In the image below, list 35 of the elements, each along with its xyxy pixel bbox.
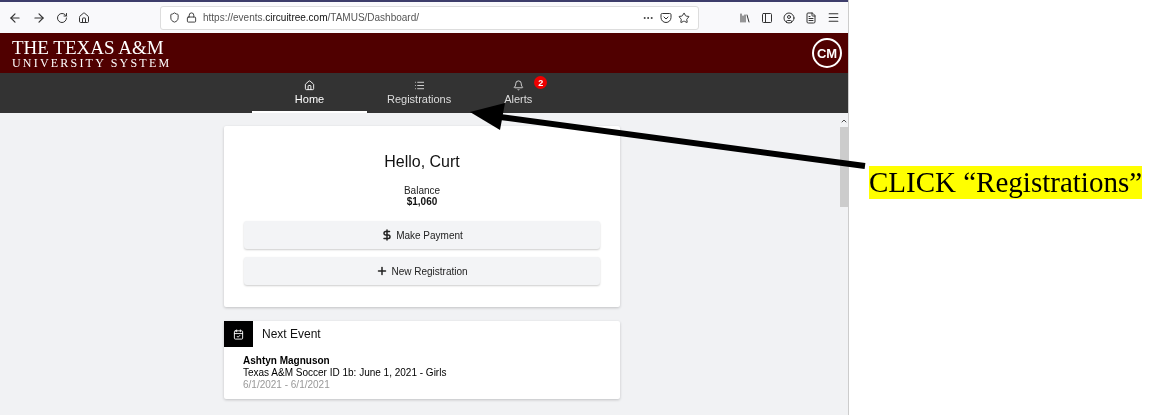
user-avatar[interactable]: CM bbox=[812, 38, 842, 68]
back-icon[interactable] bbox=[8, 10, 22, 25]
annotation-label: CLICK “Registrations” bbox=[869, 166, 1143, 199]
action-button[interactable]: Make Payment bbox=[244, 221, 600, 249]
attendee-name: Ashtyn Magnuson bbox=[243, 355, 331, 367]
card-title: Next Event bbox=[262, 327, 321, 341]
scroll-up-icon[interactable] bbox=[840, 117, 848, 125]
alert-count-badge: 2 bbox=[534, 76, 548, 89]
bookmark-icon[interactable] bbox=[678, 11, 690, 24]
nav-tab[interactable]: Registrations bbox=[387, 73, 452, 113]
bell-icon bbox=[512, 79, 524, 91]
pocket-icon[interactable] bbox=[660, 11, 672, 24]
event-name: Texas A&M Soccer ID 1b: June 1, 2021 - Girls bbox=[243, 367, 448, 379]
reload-icon[interactable] bbox=[56, 11, 68, 24]
home-icon bbox=[304, 79, 315, 91]
menu-icon[interactable] bbox=[827, 11, 840, 24]
event-dates: 6/1/2021 - 6/1/2021 bbox=[243, 379, 331, 391]
sidebar-icon[interactable] bbox=[761, 11, 773, 24]
account-icon[interactable] bbox=[783, 11, 795, 24]
library-icon[interactable] bbox=[739, 11, 751, 24]
home-icon[interactable] bbox=[78, 11, 90, 24]
dollar-icon bbox=[381, 229, 394, 241]
document-icon[interactable] bbox=[805, 11, 817, 24]
plus-icon bbox=[376, 265, 389, 277]
balance-amount: $1,060 bbox=[406, 196, 438, 207]
forward-icon[interactable] bbox=[32, 10, 46, 25]
address-bar[interactable]: https://events.circuitree.com/TAMUS/Dashboard/ bbox=[160, 5, 699, 30]
scrollbar-thumb[interactable] bbox=[840, 127, 848, 207]
logo: THE TEXAS A&M UNIVERSITY SYSTEM bbox=[12, 37, 172, 69]
greeting: Hello, Curt bbox=[384, 153, 460, 171]
balance-label: Balance bbox=[403, 185, 441, 196]
action-button[interactable]: New Registration bbox=[244, 257, 600, 285]
shield-icon bbox=[169, 12, 180, 23]
list-icon bbox=[413, 79, 425, 91]
lock-icon bbox=[186, 12, 197, 23]
